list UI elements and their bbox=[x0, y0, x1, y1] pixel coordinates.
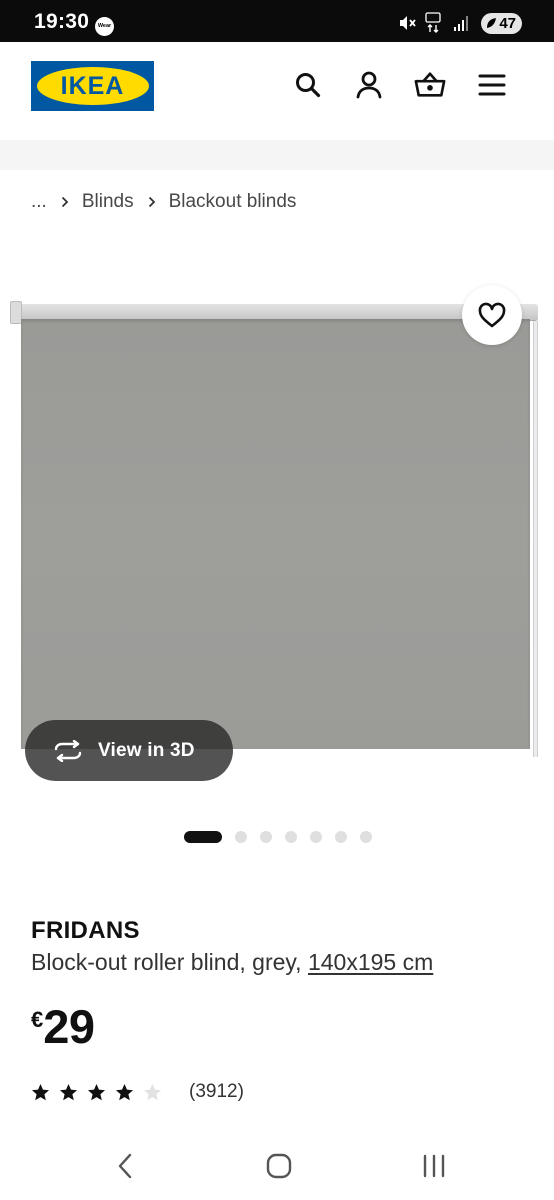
star-filled-icon bbox=[87, 1083, 106, 1100]
product-size-link[interactable]: 140x195 cm bbox=[308, 949, 433, 975]
mute-icon bbox=[400, 16, 417, 30]
menu-button[interactable] bbox=[476, 69, 508, 101]
basket-button[interactable] bbox=[414, 69, 446, 101]
battery-level: 47 bbox=[499, 14, 516, 32]
menu-icon bbox=[478, 74, 506, 96]
battery-indicator: 47 bbox=[481, 12, 522, 34]
status-time: 19:30 bbox=[34, 10, 90, 33]
logo-text: IKEA bbox=[60, 71, 125, 100]
back-button[interactable] bbox=[105, 1150, 145, 1182]
blind-fabric-image bbox=[21, 319, 530, 749]
chevron-right-icon bbox=[148, 196, 156, 208]
system-nav-bar bbox=[0, 1130, 554, 1200]
logo-oval: IKEA bbox=[36, 67, 149, 105]
rotate-3d-icon bbox=[54, 739, 82, 762]
wear-badge: Wear bbox=[95, 17, 114, 36]
carousel-dot[interactable] bbox=[260, 831, 272, 843]
view-in-3d-label: View in 3D bbox=[98, 739, 195, 761]
view-in-3d-button[interactable]: View in 3D bbox=[25, 720, 233, 781]
product-rating[interactable]: (3912) bbox=[31, 1080, 244, 1104]
breadcrumb: ... Blinds Blackout blinds bbox=[31, 189, 296, 215]
heart-icon bbox=[478, 302, 506, 328]
star-empty-icon bbox=[143, 1083, 162, 1100]
product-price: € 29 bbox=[31, 1003, 95, 1050]
recents-icon bbox=[423, 1154, 445, 1178]
status-icons: 47 bbox=[398, 12, 522, 34]
search-button[interactable] bbox=[292, 69, 324, 101]
carousel-dot[interactable] bbox=[285, 831, 297, 843]
carousel-dot[interactable] bbox=[335, 831, 347, 843]
breadcrumb-blinds[interactable]: Blinds bbox=[82, 191, 134, 213]
back-icon bbox=[118, 1153, 132, 1179]
account-button[interactable] bbox=[353, 69, 385, 101]
status-bar: 19:30 Wear 47 bbox=[0, 0, 554, 42]
review-count: (3912) bbox=[189, 1081, 244, 1102]
breadcrumb-ellipsis[interactable]: ... bbox=[31, 191, 47, 213]
price-amount: 29 bbox=[43, 1000, 95, 1053]
product-description: Block-out roller blind, grey, 140x195 cm bbox=[31, 949, 433, 976]
home-icon bbox=[266, 1153, 292, 1179]
star-filled-icon bbox=[31, 1083, 50, 1100]
header-divider-band bbox=[0, 140, 554, 170]
add-to-wishlist-button[interactable] bbox=[462, 285, 522, 345]
recents-button[interactable] bbox=[414, 1150, 454, 1182]
price-currency: € bbox=[31, 1007, 44, 1032]
carousel-dot[interactable] bbox=[310, 831, 322, 843]
network-5g-icon bbox=[425, 12, 441, 33]
account-icon bbox=[356, 71, 382, 99]
signal-icon bbox=[454, 15, 472, 31]
carousel-dot-active[interactable] bbox=[184, 831, 222, 843]
app-header: IKEA bbox=[0, 42, 554, 145]
basket-icon bbox=[414, 72, 446, 97]
chevron-right-icon bbox=[61, 196, 69, 208]
breadcrumb-blackout-blinds[interactable]: Blackout blinds bbox=[169, 191, 297, 213]
product-description-text: Block-out roller blind, grey, bbox=[31, 949, 302, 975]
carousel-dot[interactable] bbox=[235, 831, 247, 843]
product-image-gallery[interactable]: View in 3D bbox=[0, 285, 554, 790]
product-name: FRIDANS bbox=[31, 917, 140, 944]
star-filled-icon bbox=[59, 1083, 78, 1100]
star-filled-icon bbox=[115, 1083, 134, 1100]
search-icon bbox=[296, 73, 321, 98]
carousel-indicator bbox=[184, 830, 385, 844]
ikea-logo[interactable]: IKEA bbox=[31, 61, 154, 111]
blind-cord bbox=[533, 321, 538, 757]
home-button[interactable] bbox=[259, 1150, 299, 1182]
battery-saver-icon bbox=[487, 18, 497, 28]
carousel-dot[interactable] bbox=[360, 831, 372, 843]
